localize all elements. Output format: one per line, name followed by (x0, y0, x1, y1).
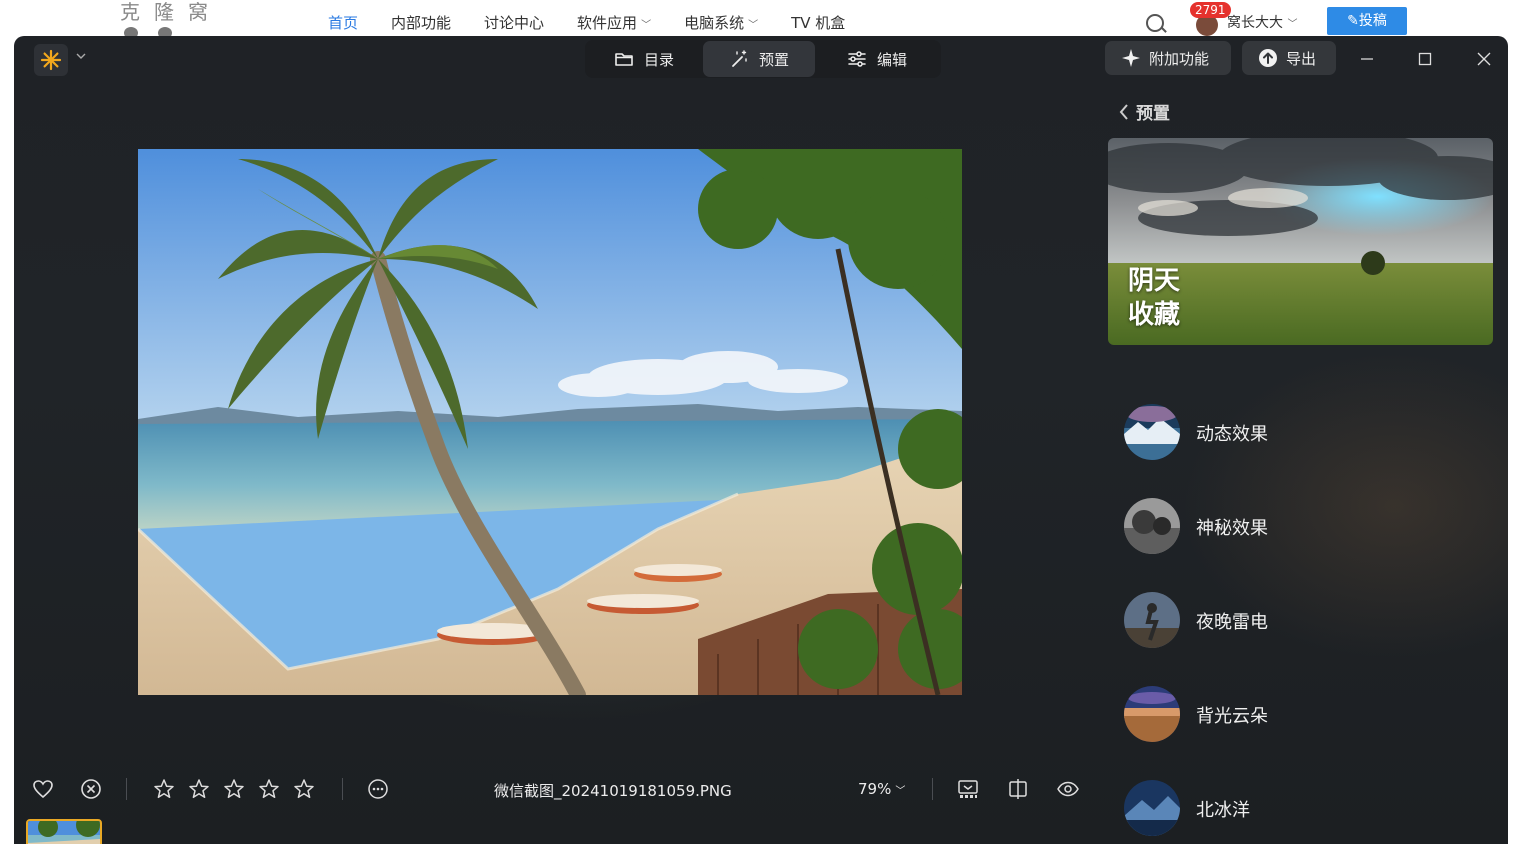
title-bar: 目录 预置 编辑 附加功能 导出 (14, 36, 1508, 84)
divider (342, 778, 343, 800)
zoom-value: 79% (858, 780, 892, 798)
filmstrip-thumbnail[interactable] (26, 819, 102, 844)
nav-tv-box[interactable]: TV 机盒 (791, 12, 845, 33)
nav-software[interactable]: 软件应用 ﹀ (577, 12, 651, 33)
sliders-icon (848, 51, 866, 67)
file-name: 微信截图_20241019181059.PNG (494, 782, 732, 800)
bottom-toolbar: 微信截图_20241019181059.PNG 79% ﹀ (14, 770, 1094, 810)
star-rating-1-icon[interactable] (153, 778, 175, 800)
tab-presets-label: 预置 (758, 50, 789, 69)
preset-thumbnail (1124, 686, 1180, 742)
preset-label: 动态效果 (1196, 424, 1268, 445)
photo-editor-window: 目录 预置 编辑 附加功能 导出 微信截图_20241019181059.PNG… (14, 36, 1508, 844)
eye-icon[interactable] (1057, 778, 1079, 800)
export-button[interactable]: 导出 (1242, 41, 1336, 75)
preset-item-night-thunder[interactable]: 夜晚雷电 (1124, 592, 1424, 650)
tab-catalog[interactable]: 目录 (585, 41, 703, 77)
more-options-icon[interactable] (367, 778, 389, 800)
presets-back-button[interactable]: 预置 (1118, 99, 1170, 124)
compare-icon[interactable] (1007, 778, 1029, 800)
app-menu-button[interactable] (34, 44, 68, 76)
preset-label: 夜晚雷电 (1196, 612, 1268, 633)
minimize-icon[interactable] (1358, 50, 1376, 68)
chevron-down-icon: ﹀ (895, 786, 906, 797)
notification-badge: 2791 (1190, 2, 1231, 18)
divider (126, 778, 127, 800)
upload-icon (1259, 49, 1277, 67)
featured-preset-title: 阴天 (1128, 266, 1181, 296)
logo-decoration (124, 20, 224, 63)
tab-catalog-label: 目录 (643, 50, 674, 69)
preset-thumbnail (1124, 498, 1180, 554)
post-button[interactable]: ✎投稿 (1327, 7, 1407, 35)
magic-wand-icon (732, 50, 747, 67)
site-logo[interactable]: 克隆窝 (120, 0, 222, 63)
nav-internal-features[interactable]: 内部功能 (391, 12, 451, 33)
preset-label: 北冰洋 (1196, 800, 1250, 821)
star-rating-4-icon[interactable] (258, 778, 280, 800)
preset-thumbnail (1124, 404, 1180, 460)
search-icon[interactable] (1146, 14, 1164, 32)
preset-thumbnail (1124, 592, 1180, 648)
filmstrip-toggle-icon[interactable] (957, 778, 979, 800)
addons-button[interactable]: 附加功能 (1105, 41, 1231, 75)
chevron-left-icon (1119, 103, 1128, 120)
zoom-dropdown[interactable]: 79% ﹀ (858, 780, 905, 798)
mode-switcher: 目录 预置 编辑 (585, 40, 941, 78)
username-menu[interactable]: 窝长大大 ﹀ (1227, 12, 1297, 32)
tab-edit-label: 编辑 (876, 50, 907, 69)
preset-item-backlit-clouds[interactable]: 背光云朵 (1124, 686, 1424, 744)
reject-icon[interactable] (80, 778, 102, 800)
chevron-down-icon: ﹀ (641, 20, 652, 31)
featured-preset-card[interactable]: 阴天 收藏 (1108, 138, 1493, 345)
close-icon[interactable] (1475, 50, 1493, 68)
sun-logo-icon (40, 49, 62, 71)
preset-thumbnail (1124, 780, 1180, 836)
site-nav: 首页 内部功能 讨论中心 软件应用 ﹀ 电脑系统 ﹀ TV 机盒 (328, 12, 878, 33)
chevron-down-icon[interactable] (76, 51, 86, 61)
star-rating-5-icon[interactable] (293, 778, 315, 800)
nav-pc-system[interactable]: 电脑系统 ﹀ (684, 12, 758, 33)
heart-icon[interactable] (32, 778, 54, 800)
star-rating-2-icon[interactable] (188, 778, 210, 800)
nav-home[interactable]: 首页 (328, 12, 358, 33)
tab-edit[interactable]: 编辑 (815, 41, 939, 77)
export-label: 导出 (1286, 49, 1317, 68)
nav-discussion[interactable]: 讨论中心 (484, 12, 544, 33)
tab-presets[interactable]: 预置 (703, 41, 815, 77)
sparkle-icon (1122, 49, 1140, 67)
thumbnail-image (28, 821, 100, 844)
beach-photo-image (138, 149, 962, 695)
folder-icon (615, 53, 633, 66)
preset-item-mysterious[interactable]: 神秘效果 (1124, 498, 1424, 556)
chevron-down-icon: ﹀ (748, 20, 759, 31)
preset-label: 神秘效果 (1196, 518, 1268, 539)
addons-label: 附加功能 (1149, 49, 1210, 68)
maximize-icon[interactable] (1416, 50, 1434, 68)
preset-item-arctic-ocean[interactable]: 北冰洋 (1124, 780, 1424, 838)
preset-item-dynamic[interactable]: 动态效果 (1124, 404, 1424, 462)
featured-preset-subtitle: 收藏 (1128, 300, 1181, 330)
preset-label: 背光云朵 (1196, 706, 1268, 727)
star-rating-3-icon[interactable] (223, 778, 245, 800)
presets-back-label: 预置 (1136, 104, 1170, 124)
main-photo[interactable] (138, 149, 962, 695)
divider (932, 778, 933, 800)
